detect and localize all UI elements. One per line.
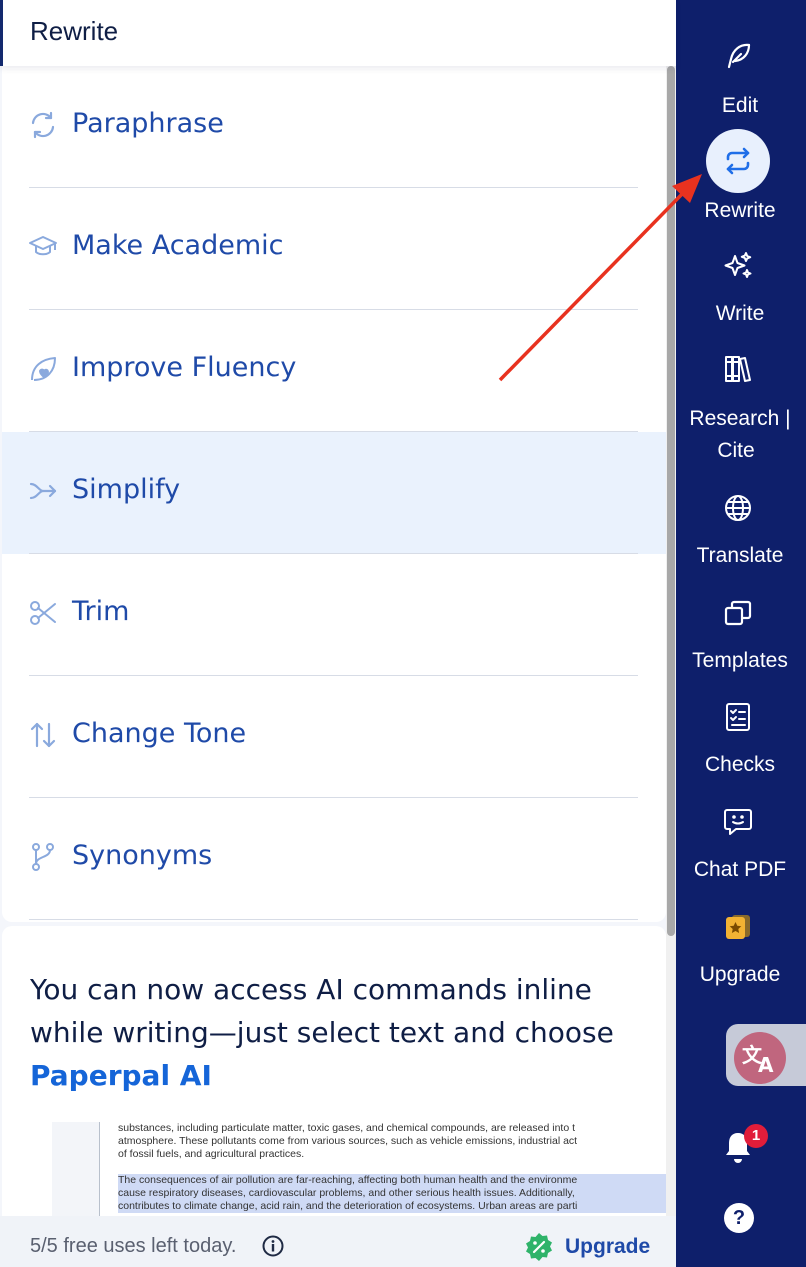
refresh-icon [31,111,55,139]
rail-label: Cite [717,439,755,462]
rail-item-research-cite[interactable]: Research | Cite [676,353,806,468]
menu-label: Change Tone [72,718,247,749]
templates-icon [724,600,752,626]
preview-line: of fossil fuels, and agricultural practi… [118,1148,305,1160]
rewrite-menu: Paraphrase Make Academic Improve Fluency [2,66,666,922]
preview-line: atmosphere. These pollutants come from v… [118,1135,578,1147]
preview-line: cause respiratory diseases, cardiovascul… [118,1187,575,1199]
leaf-heart-icon [31,357,56,381]
menu-item-trim[interactable]: Trim [2,554,666,676]
menu-label: Make Academic [72,230,284,261]
menu-label: Improve Fluency [72,352,297,383]
discount-badge-icon[interactable] [524,1232,554,1262]
rail-label: Rewrite [704,199,776,222]
rail-item-upgrade[interactable]: Upgrade [676,909,806,994]
free-uses-text: 5/5 free uses left today. [30,1235,237,1257]
usage-footer: 5/5 free uses left today. Upgrade [0,1216,676,1267]
premium-star-icon [726,915,750,939]
panel-scrollbar[interactable] [666,66,676,1216]
document-preview-image: substances, including particulate matter… [52,1122,666,1216]
menu-label: Trim [72,596,130,627]
footer-upgrade-link[interactable]: Upgrade [565,1235,650,1259]
rail-item-rewrite[interactable]: Rewrite [676,129,806,229]
rail-item-write[interactable]: Write [676,248,806,333]
menu-item-improve-fluency[interactable]: Improve Fluency [2,310,666,432]
globe-icon [725,495,751,521]
menu-item-make-academic[interactable]: Make Academic [2,188,666,310]
rail-label: Checks [704,753,776,776]
rewrite-panel: Rewrite Paraphrase Make Academic Improve… [0,0,676,1267]
books-icon [725,356,751,382]
preview-paragraph: substances, including particulate matter… [118,1122,666,1161]
menu-label: Synonyms [72,840,213,871]
preview-line: contributes to climate change, acid rain… [118,1200,578,1212]
rail-item-translate[interactable]: Translate [676,490,806,575]
menu-label: Simplify [72,474,181,505]
rail-item-chat-pdf[interactable]: Chat PDF [676,804,806,889]
rail-label: Chat PDF [693,858,787,881]
app-root: Rewrite Paraphrase Make Academic Improve… [0,0,806,1267]
menu-item-synonyms[interactable]: Synonyms [2,798,666,920]
scrollbar-thumb[interactable] [667,66,675,936]
paperpal-ai-link[interactable]: Paperpal AI [30,1059,212,1092]
promo-text-body: You can now access AI commands inline wh… [30,973,614,1049]
branch-icon [32,843,54,871]
rail-item-templates[interactable]: Templates [676,595,806,680]
rail-label: Templates [692,649,788,672]
preview-line: The consequences of air pollution are fa… [118,1174,578,1186]
rewrite-swap-icon [726,147,750,175]
tool-rail: Edit Rewrite Write Research | Cite Trans… [676,0,806,1267]
rail-item-edit[interactable]: Edit [676,38,806,123]
panel-header: Rewrite [0,0,676,66]
feather-pen-icon [727,43,751,69]
translate-language-icon: 文 A [734,1032,786,1084]
inline-ai-promo: You can now access AI commands inline wh… [2,926,666,1216]
info-icon[interactable] [262,1235,284,1257]
help-button[interactable]: ? [724,1203,754,1233]
preview-margin [52,1122,100,1216]
sparkles-icon [724,252,752,278]
merge-arrow-icon [29,482,57,500]
rail-label: Write [715,302,765,325]
rail-label: Translate [696,544,784,567]
preview-line: substances, including particulate matter… [118,1122,576,1134]
menu-item-simplify[interactable]: Simplify [2,432,666,554]
up-down-arrows-icon [30,722,56,748]
scissors-icon [30,601,56,625]
menu-item-paraphrase[interactable]: Paraphrase [2,66,666,188]
rail-label: Research | [689,407,791,430]
preview-highlighted-paragraph: The consequences of air pollution are fa… [118,1174,666,1213]
rail-label: Upgrade [699,963,781,986]
panel-title: Rewrite [30,16,119,46]
divider [29,919,638,920]
promo-text: You can now access AI commands inline wh… [30,968,640,1097]
rail-label: Edit [721,94,759,117]
checklist-icon [726,703,750,731]
chat-smile-icon [724,809,752,835]
menu-item-change-tone[interactable]: Change Tone [2,676,666,798]
notification-count-badge: 1 [744,1124,768,1148]
menu-label: Paraphrase [72,108,224,139]
floating-translate-widget[interactable]: 文 A [726,1024,806,1086]
rail-item-checks[interactable]: Checks [676,699,806,784]
graduation-cap-icon [29,236,57,256]
svg-text:A: A [758,1053,774,1077]
